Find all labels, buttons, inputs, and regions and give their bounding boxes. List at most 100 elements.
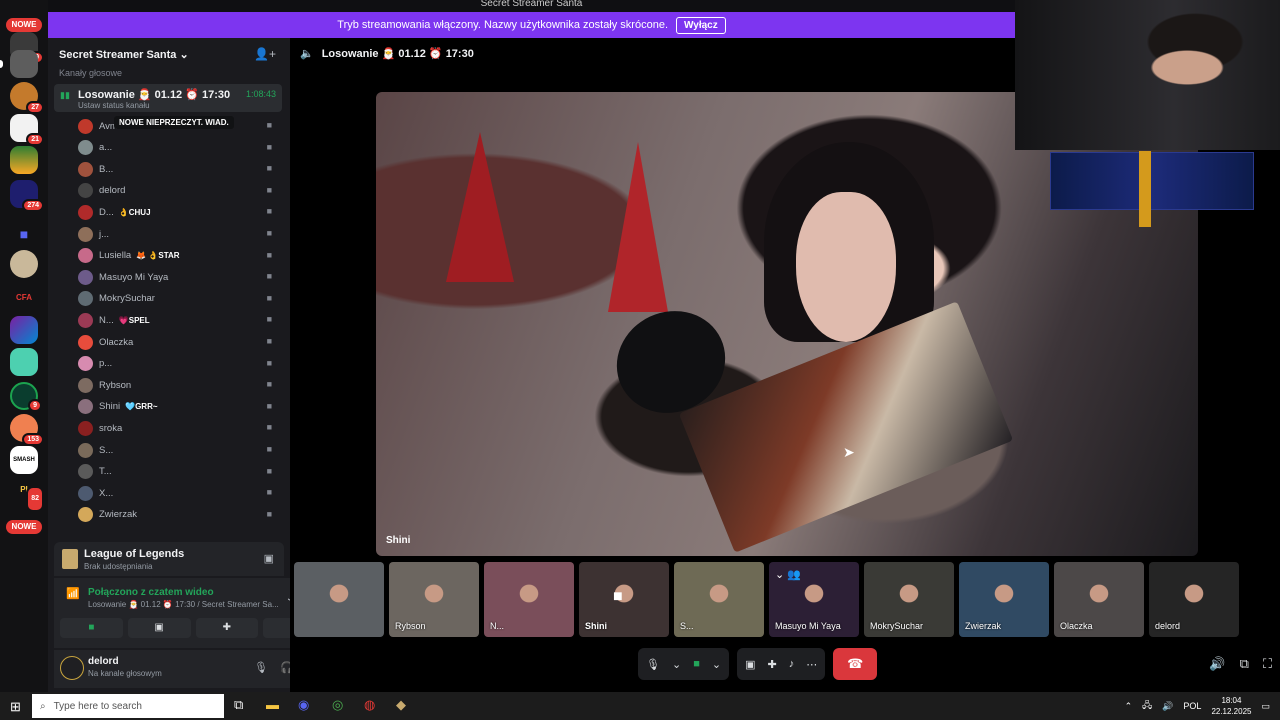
server-rail: NOWE 19 27 21 274 ■ CFA 9 153 SMASH PI82… (0, 0, 48, 692)
share-screen-button[interactable]: ▣ (127, 618, 191, 638)
taskbar-search[interactable]: ⌕ Type here to search (32, 694, 224, 718)
server-icon[interactable]: SMASH (10, 446, 38, 474)
activities-icon[interactable]: ✚ (767, 658, 776, 671)
league-icon[interactable]: ◆ (396, 697, 406, 713)
server-name[interactable]: Secret Streamer Santa ⌄ (59, 48, 189, 61)
server-icon[interactable]: CFA (10, 284, 38, 312)
invite-icon[interactable]: 👤+ (254, 47, 276, 61)
participant-tile[interactable]: Rybson (389, 562, 479, 637)
new-badge[interactable]: NOWE (6, 520, 42, 534)
voice-member[interactable]: Shini 🩵GRR~ ■ (78, 397, 278, 417)
streamer-mode-banner: Tryb streamowania włączony. Nazwy użytko… (48, 12, 1015, 38)
santa-hat (608, 142, 668, 312)
chevron-down-icon[interactable]: ⌄ (712, 658, 721, 671)
folder-icon[interactable]: ■ (10, 220, 38, 248)
server-icon[interactable] (10, 50, 38, 78)
discord-icon[interactable]: ◉ (298, 697, 309, 713)
voice-member[interactable]: Lusiella 🦊 👌STAR ■ (78, 246, 278, 266)
voice-member[interactable]: a... ■ (78, 138, 278, 158)
server-icon[interactable]: 21 (10, 114, 44, 146)
avatar (78, 356, 93, 372)
participant-tile[interactable] (294, 562, 384, 637)
server-icon[interactable]: 274 (10, 180, 44, 212)
voice-member[interactable]: p... ■ (78, 354, 278, 374)
task-view-icon[interactable]: ⧉ (234, 697, 243, 713)
participant-tile[interactable]: MokrySuchar (864, 562, 954, 637)
participant-tile[interactable]: Masuyo Mi Yaya ⌄ 👥 (769, 562, 859, 637)
voice-member[interactable]: N... 💗SPEL ■ (78, 310, 278, 330)
chevron-down-icon[interactable]: ⌄ (672, 658, 681, 671)
avatar[interactable] (60, 656, 84, 680)
activity-card: League of Legends Brak udostępniania ▣ (54, 542, 284, 576)
microphone-icon[interactable]: 🎙 (646, 658, 660, 671)
server-icon[interactable]: 27 (10, 82, 44, 114)
participant-tile[interactable]: Zwierzak (959, 562, 1049, 637)
avatar (78, 312, 93, 328)
voice-channel[interactable]: ▮▮ Losowanie 🎅 01.12 ⏰ 17:30 Ustaw statu… (54, 84, 282, 112)
server-icon[interactable]: PI 82 (10, 480, 44, 512)
voice-member[interactable]: X... ■ (78, 483, 278, 503)
share-screen-icon[interactable]: ▣ (745, 658, 755, 671)
activities-button[interactable]: ✚ (195, 618, 259, 638)
game-icon (62, 549, 78, 569)
windows-start-icon[interactable]: ⊞ (10, 699, 21, 715)
participant-tile[interactable]: N... (484, 562, 574, 637)
server-icon[interactable] (10, 316, 38, 344)
network-icon[interactable]: 🖧 (1142, 698, 1152, 714)
voice-member[interactable]: T... ■ (78, 462, 278, 482)
server-icon[interactable] (10, 250, 38, 278)
avatar (78, 226, 93, 242)
voice-member[interactable]: Masuyo Mi Yaya ■ (78, 267, 278, 287)
more-icon[interactable]: ⋯ (806, 658, 817, 671)
signal-icon[interactable]: 📶 (66, 587, 80, 600)
camera-icon[interactable]: ■ (693, 658, 700, 670)
participant-tile[interactable]: Olaczka (1054, 562, 1144, 637)
voice-member[interactable]: S... ■ (78, 440, 278, 460)
voice-member[interactable]: B... ■ (78, 159, 278, 179)
language-indicator[interactable]: POL (1183, 701, 1201, 711)
chevron-down-icon[interactable]: ⌄ 👥 (775, 568, 801, 581)
participant-name: S... (680, 621, 694, 631)
category-label[interactable]: Kanały głosowe (59, 68, 122, 78)
volume-icon[interactable]: 🔊 (1162, 701, 1173, 712)
chrome-icon[interactable]: ◎ (332, 697, 343, 713)
server-icon[interactable] (10, 348, 38, 376)
clock[interactable]: 18:04 22.12.2025 (1211, 695, 1251, 717)
voice-member[interactable]: D... 👌CHUJ ■ (78, 202, 278, 222)
avatar (78, 377, 93, 393)
server-icon[interactable]: 9 (10, 382, 42, 412)
voice-member[interactable]: j... ■ (78, 224, 278, 244)
avatar (78, 485, 93, 501)
voice-member[interactable]: Rybson ■ (78, 375, 278, 395)
avatar (78, 420, 93, 436)
knife-graphic (1139, 151, 1151, 227)
new-badge[interactable]: NOWE (6, 18, 42, 32)
leave-call-button[interactable]: ☎ (833, 648, 878, 680)
microphone-icon[interactable]: 🎙 (254, 661, 268, 674)
participant-tile[interactable]: Shini ■ (579, 562, 669, 637)
server-icon[interactable]: 153 (10, 414, 44, 446)
popout-icon[interactable]: ⧉ (1240, 656, 1249, 672)
chevron-up-icon[interactable]: ⌃ (1125, 701, 1133, 712)
camera-icon: ■ (266, 379, 272, 390)
voice-member[interactable]: Zwierzak ■ (78, 505, 278, 525)
file-explorer-icon[interactable]: ▬ (266, 697, 279, 712)
participant-tile[interactable]: delord (1149, 562, 1239, 637)
voice-member[interactable]: MokrySuchar ■ (78, 289, 278, 309)
voice-member[interactable]: sroka ■ (78, 418, 278, 438)
camera-icon: ■ (266, 314, 272, 325)
disable-streamer-mode-button[interactable]: Wyłącz (676, 16, 726, 34)
set-status-link[interactable]: Ustaw status kanału (78, 101, 150, 110)
notifications-icon[interactable]: ▭ (1261, 701, 1270, 712)
soundboard-icon[interactable]: ♪ (789, 658, 795, 670)
camera-button[interactable]: ■ (60, 618, 123, 638)
app-icon[interactable]: ◍ (364, 697, 375, 713)
server-icon[interactable] (10, 146, 38, 174)
participant-tile[interactable]: S... (674, 562, 764, 637)
screen-share-icon[interactable]: ▣ (264, 552, 274, 565)
voice-member[interactable]: delord ■ (78, 181, 278, 201)
volume-icon[interactable]: 🔊 (1209, 656, 1225, 672)
avatar (78, 291, 93, 307)
fullscreen-icon[interactable]: ⛶ (1263, 656, 1272, 672)
voice-member[interactable]: Olaczka ■ (78, 332, 278, 352)
